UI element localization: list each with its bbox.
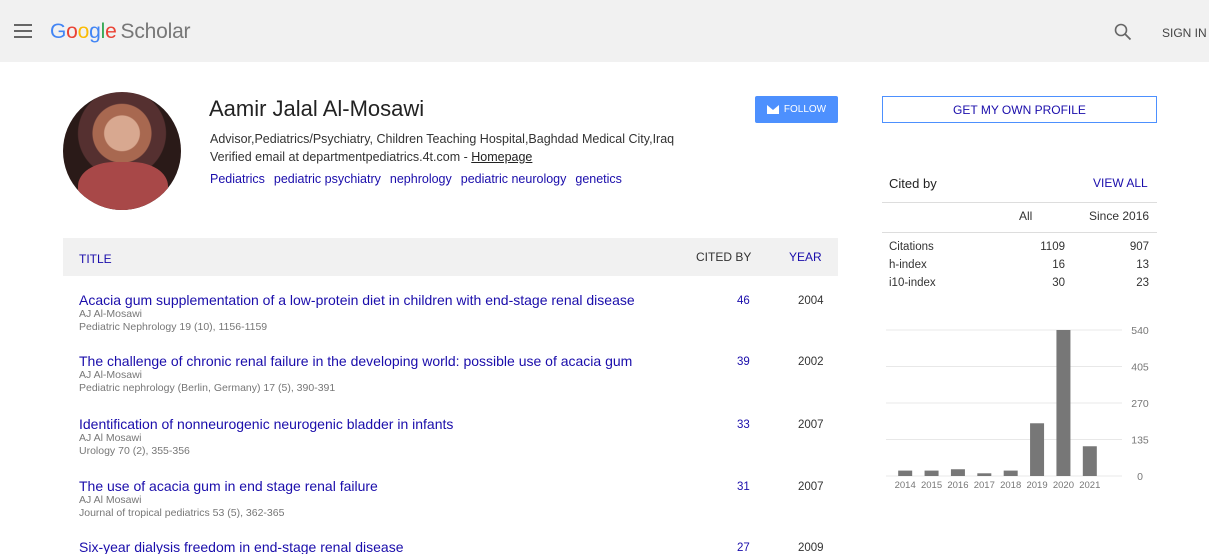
- all-column-header: All: [1019, 209, 1033, 223]
- cited-by-count[interactable]: 46: [737, 295, 750, 307]
- sign-in-link[interactable]: SIGN IN: [1162, 26, 1207, 40]
- x-tick-label: 2020: [1053, 480, 1074, 491]
- table-header: TITLE CITED BY YEAR: [63, 238, 838, 276]
- cited-by-count[interactable]: 31: [737, 481, 750, 493]
- logo-letter: o: [66, 20, 78, 43]
- x-tick-label: 2018: [1000, 480, 1021, 491]
- article-title-link[interactable]: The challenge of chronic renal failure i…: [79, 353, 838, 369]
- stat-all: 16: [1052, 259, 1065, 271]
- chart-bar[interactable]: [1056, 330, 1071, 476]
- cited-by-heading: Cited by: [889, 176, 937, 191]
- chart-bar[interactable]: [924, 470, 939, 476]
- article-venue: Urology 70 (2), 355-356: [79, 445, 190, 457]
- stat-all: 30: [1052, 277, 1065, 289]
- logo-letter: e: [105, 20, 117, 43]
- divider: [882, 202, 1157, 203]
- profile-affiliation: Advisor,Pediatrics/Psychiatry, Children …: [210, 132, 675, 146]
- article-authors: AJ Al-Mosawi: [79, 308, 143, 320]
- envelope-icon: [766, 105, 779, 114]
- article-venue: Pediatric nephrology (Berlin, Germany) 1…: [79, 382, 336, 394]
- article-authors: AJ Al Mosawi: [79, 432, 142, 444]
- x-tick-label: 2019: [1026, 480, 1047, 491]
- search-icon[interactable]: [1114, 23, 1132, 41]
- get-my-own-profile-button[interactable]: GET MY OWN PROFILE: [882, 96, 1157, 123]
- since-column-header: Since 2016: [1089, 209, 1150, 223]
- chart-bar[interactable]: [1030, 423, 1045, 476]
- chart-bar[interactable]: [950, 469, 965, 476]
- year-column-header[interactable]: YEAR: [789, 250, 822, 264]
- title-column-header[interactable]: TITLE: [79, 252, 112, 266]
- table-row: Identification of nonneurogenic neurogen…: [79, 416, 838, 458]
- follow-label: FOLLOW: [783, 104, 827, 115]
- table-row: Acacia gum supplementation of a low-prot…: [79, 292, 838, 334]
- cited-by-count[interactable]: 39: [737, 356, 750, 368]
- article-title-link[interactable]: The use of acacia gum in end stage renal…: [79, 478, 838, 494]
- homepage-link[interactable]: Homepage: [471, 150, 532, 164]
- logo-letter: G: [50, 20, 67, 43]
- interests-list: Pediatrics pediatric psychiatry nephrology…: [210, 172, 631, 186]
- hamburger-menu-icon[interactable]: [14, 24, 32, 38]
- logo-letter: g: [89, 20, 101, 43]
- y-tick-label: 135: [1131, 435, 1149, 447]
- interest-link[interactable]: pediatric neurology: [461, 172, 567, 186]
- interest-link[interactable]: nephrology: [390, 172, 452, 186]
- top-bar: Google Scholar SIGN IN: [0, 0, 1209, 62]
- article-year: 2009: [798, 542, 824, 554]
- interest-link[interactable]: genetics: [575, 172, 622, 186]
- email-text: Verified email at departmentpediatrics.4…: [210, 150, 472, 164]
- y-tick-label: 0: [1137, 471, 1143, 483]
- logo-scholar-text: Scholar: [120, 20, 191, 43]
- citations-chart: 0 135 270 405 540 2014 2015 2016 2017 2018 2019 202…: [882, 320, 1158, 495]
- stat-all: 1109: [1040, 241, 1065, 253]
- article-year: 2002: [798, 356, 824, 368]
- x-tick-label: 2014: [895, 480, 916, 491]
- x-tick-label: 2015: [921, 480, 942, 491]
- cited-by-count[interactable]: 33: [737, 419, 750, 431]
- stat-since: 13: [1136, 259, 1149, 271]
- y-tick-label: 540: [1131, 325, 1149, 337]
- google-scholar-logo[interactable]: Google Scholar: [50, 20, 191, 44]
- chart-bar[interactable]: [1082, 446, 1097, 476]
- stat-label: Citations: [889, 241, 934, 253]
- article-title-link[interactable]: Six-year dialysis freedom in end-stage r…: [79, 539, 838, 554]
- chart-bar[interactable]: [898, 470, 913, 476]
- logo-letter: o: [77, 20, 90, 43]
- article-authors: AJ Al Mosawi: [79, 494, 142, 506]
- table-row: Six-year dialysis freedom in end-stage r…: [79, 539, 838, 554]
- article-year: 2007: [798, 481, 824, 493]
- x-tick-label: 2021: [1079, 480, 1100, 491]
- stat-label: h-index: [889, 259, 927, 271]
- x-tick-label: 2017: [974, 480, 995, 491]
- article-title-link[interactable]: Acacia gum supplementation of a low-prot…: [79, 292, 838, 308]
- table-row: The use of acacia gum in end stage renal…: [79, 478, 838, 520]
- chart-bar[interactable]: [977, 473, 992, 476]
- y-tick-label: 270: [1131, 398, 1149, 410]
- view-all-link[interactable]: VIEW ALL: [1093, 176, 1148, 190]
- interest-link[interactable]: Pediatrics: [210, 172, 265, 186]
- profile-name: Aamir Jalal Al-Mosawi: [209, 96, 425, 121]
- article-year: 2004: [798, 295, 824, 307]
- interest-link[interactable]: pediatric psychiatry: [274, 172, 381, 186]
- article-venue: Journal of tropical pediatrics 53 (5), 3…: [79, 507, 285, 519]
- x-tick-label: 2016: [947, 480, 968, 491]
- avatar: [63, 92, 181, 210]
- chart-bar[interactable]: [1003, 470, 1018, 476]
- article-venue: Pediatric Nephrology 19 (10), 1156-1159: [79, 321, 268, 333]
- citations-chart-svg: 0 135 270 405 540 2014 2015 2016 2017 2018 2019 202…: [886, 325, 1149, 491]
- divider: [882, 232, 1157, 233]
- stat-since: 23: [1136, 277, 1149, 289]
- follow-button[interactable]: FOLLOW: [755, 96, 838, 123]
- article-title-link[interactable]: Identification of nonneurogenic neurogen…: [79, 416, 838, 432]
- profile-email: Verified email at departmentpediatrics.4…: [210, 150, 532, 164]
- stat-since: 907: [1129, 241, 1149, 253]
- cited-by-count[interactable]: 27: [737, 542, 750, 554]
- stat-label: i10-index: [889, 277, 936, 289]
- table-row: The challenge of chronic renal failure i…: [79, 353, 838, 395]
- y-tick-label: 405: [1131, 362, 1149, 374]
- article-authors: AJ Al-Mosawi: [79, 369, 143, 381]
- cited-by-column-header[interactable]: CITED BY: [696, 250, 751, 264]
- article-year: 2007: [798, 419, 824, 431]
